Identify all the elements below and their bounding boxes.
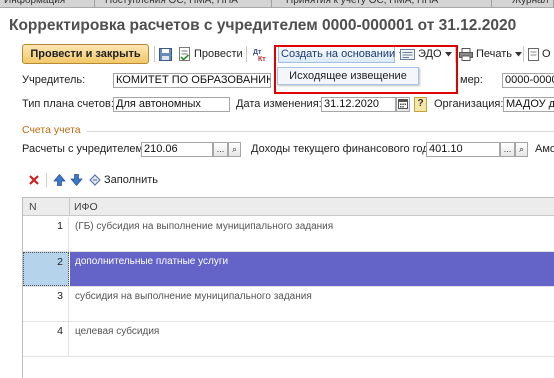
organization-label: Организация:: [434, 98, 504, 110]
row-ifo: субсидия на выполнение муниципального за…: [75, 291, 312, 302]
amortization-label: Амо: [535, 143, 554, 155]
row-number: 4: [57, 325, 63, 337]
organization-field[interactable]: МАДОУ д: [503, 97, 554, 112]
printer-icon: [459, 47, 473, 61]
fill-button[interactable]: Заполнить: [89, 174, 158, 186]
tab-information[interactable]: Информация: [0, 0, 95, 7]
column-header-n[interactable]: N: [29, 201, 37, 213]
founder-field[interactable]: КОМИТЕТ ПО ОБРАЗОВАНИЮ АД: [113, 73, 271, 88]
fill-icon: [89, 174, 101, 186]
more-label: О: [542, 48, 551, 60]
settlements-label: Расчеты с учредителем:: [22, 143, 147, 155]
settlements-select-button[interactable]: ...: [213, 142, 228, 157]
row-ifo: (ГБ) субсидия на выполнение муниципально…: [75, 221, 334, 232]
date-field[interactable]: 31.12.2020: [321, 97, 396, 112]
table-row[interactable]: 1 (ГБ) субсидия на выполнение муниципаль…: [23, 217, 554, 252]
founder-label: Учредитель:: [22, 74, 86, 86]
calendar-button[interactable]: [396, 97, 410, 112]
print-button[interactable]: Печать: [459, 45, 523, 63]
table-row-selected[interactable]: 2 дополнительные платные услуги: [23, 252, 554, 287]
svg-text:Кт: Кт: [258, 56, 266, 62]
row-ifo: дополнительные платные услуги: [75, 256, 229, 267]
delete-icon[interactable]: [28, 174, 40, 186]
post-document-icon: [179, 47, 190, 61]
calendar-icon: [398, 99, 408, 109]
table-toolbar: Заполнить: [22, 172, 158, 188]
dt-kt-button[interactable]: Дт Кт: [253, 45, 267, 63]
row-number-cell: 4: [23, 322, 69, 356]
group-divider: [86, 131, 554, 132]
income-label: Доходы текущего финансового года:: [251, 143, 438, 155]
row-ifo: целевая субсидия: [75, 326, 160, 337]
tab-bar: Информация Поступления ОС, НМА, НПА Прин…: [0, 0, 554, 8]
search-icon[interactable]: ⌕: [228, 142, 241, 157]
date-label: Дата изменения:: [236, 98, 322, 110]
settlements-field[interactable]: 210.06: [141, 142, 213, 157]
income-select-button[interactable]: ...: [500, 142, 515, 157]
income-field[interactable]: 401.10: [426, 142, 500, 157]
toolbar-separator: [246, 46, 247, 62]
toolbar-separator: [46, 173, 47, 187]
fill-label: Заполнить: [104, 174, 159, 186]
row-number: 3: [57, 290, 63, 302]
toolbar-separator: [154, 46, 155, 62]
more-button[interactable]: О: [528, 45, 551, 63]
help-icon[interactable]: ?: [414, 97, 427, 112]
table-row[interactable]: 3 субсидия на выполнение муниципального …: [23, 287, 554, 322]
plan-type-field[interactable]: Для автономных: [113, 97, 230, 112]
post-and-close-button[interactable]: Провести и закрыть: [22, 44, 149, 64]
number-label: мер:: [460, 74, 483, 86]
toolbar-separator: [523, 46, 524, 62]
column-divider: [69, 198, 70, 216]
post-button[interactable]: Провести: [178, 45, 243, 63]
ifo-table: N ИФО 1 (ГБ) субсидия на выполнение муни…: [22, 197, 554, 378]
chevron-down-icon: [515, 51, 523, 56]
floppy-disk-icon: [159, 47, 172, 61]
row-number-cell: 2: [23, 252, 69, 286]
svg-text:Дт: Дт: [253, 49, 262, 56]
debit-credit-icon: Дт Кт: [253, 49, 266, 62]
print-label: Печать: [476, 48, 513, 60]
save-button[interactable]: [159, 45, 172, 63]
page-title: Корректировка расчетов с учредителем 000…: [9, 17, 517, 34]
move-down-icon[interactable]: [70, 174, 83, 186]
number-field[interactable]: 0000-00000: [502, 73, 554, 88]
row-number-cell: 1: [23, 217, 69, 251]
tab-acceptance[interactable]: Принятия к учету ОС, НМА, НПА: [272, 0, 492, 7]
menu-item-outgoing-notice[interactable]: Исходящее извещение: [289, 70, 407, 82]
tab-journal[interactable]: Журнал: [492, 0, 554, 7]
tab-receipts[interactable]: Поступления ОС, НМА, НПА: [95, 0, 272, 7]
post-button-label: Провести: [194, 48, 243, 60]
move-up-icon[interactable]: [53, 174, 66, 186]
search-icon[interactable]: ⌕: [515, 142, 528, 157]
accounts-group-title: Счета учета: [22, 124, 81, 136]
create-based-on-menu: Исходящее извещение: [277, 67, 419, 85]
row-number: 2: [57, 256, 63, 268]
plan-type-label: Тип плана счетов:: [22, 98, 114, 110]
row-number: 1: [57, 220, 63, 232]
column-header-ifo[interactable]: ИФО: [74, 201, 98, 213]
table-row[interactable]: 4 целевая субсидия: [23, 322, 554, 357]
document-icon: [528, 47, 539, 61]
row-number-cell: 3: [23, 287, 69, 321]
table-header: N ИФО: [23, 198, 554, 216]
